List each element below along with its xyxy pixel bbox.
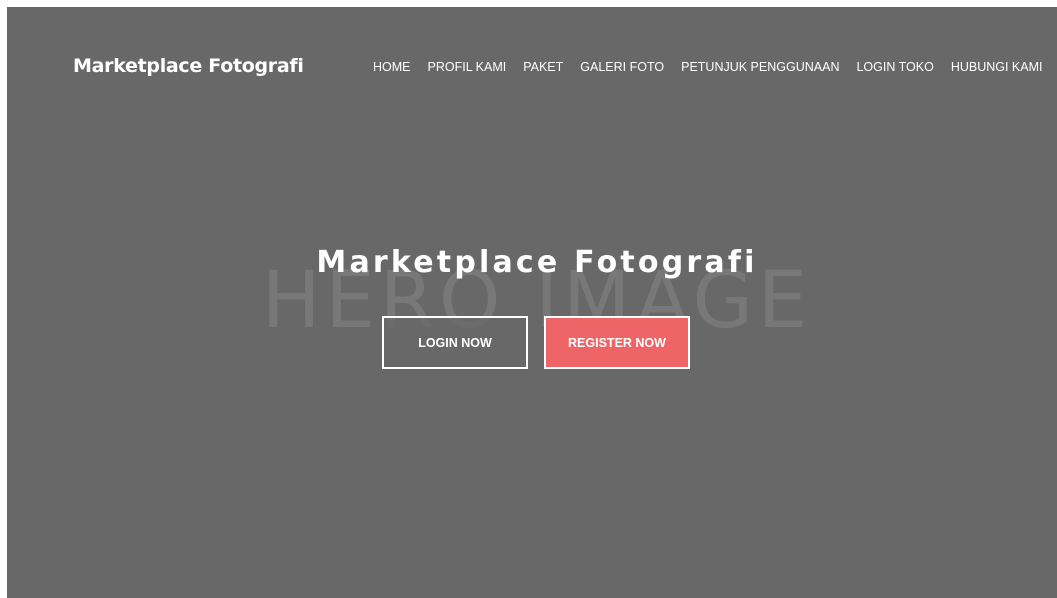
site-logo[interactable]: Marketplace Fotografi	[73, 55, 304, 77]
nav-item-galeri-foto[interactable]: GALERI FOTO	[580, 60, 664, 74]
nav-item-login-toko[interactable]: LOGIN TOKO	[856, 60, 933, 74]
main-nav: HOME PROFIL KAMI PAKET GALERI FOTO PETUN…	[373, 60, 1043, 74]
hero-section: Marketplace Fotografi HOME PROFIL KAMI P…	[7, 7, 1057, 598]
hero-title: Marketplace Fotografi	[316, 245, 758, 280]
nav-item-home[interactable]: HOME	[373, 60, 411, 74]
login-now-button[interactable]: LOGIN NOW	[382, 316, 528, 369]
nav-item-petunjuk-penggunaan[interactable]: PETUNJUK PENGGUNAAN	[681, 60, 839, 74]
register-now-button[interactable]: REGISTER NOW	[544, 316, 690, 369]
nav-item-profil-kami[interactable]: PROFIL KAMI	[428, 60, 507, 74]
nav-item-hubungi-kami[interactable]: HUBUNGI KAMI	[951, 60, 1043, 74]
nav-item-paket[interactable]: PAKET	[523, 60, 563, 74]
